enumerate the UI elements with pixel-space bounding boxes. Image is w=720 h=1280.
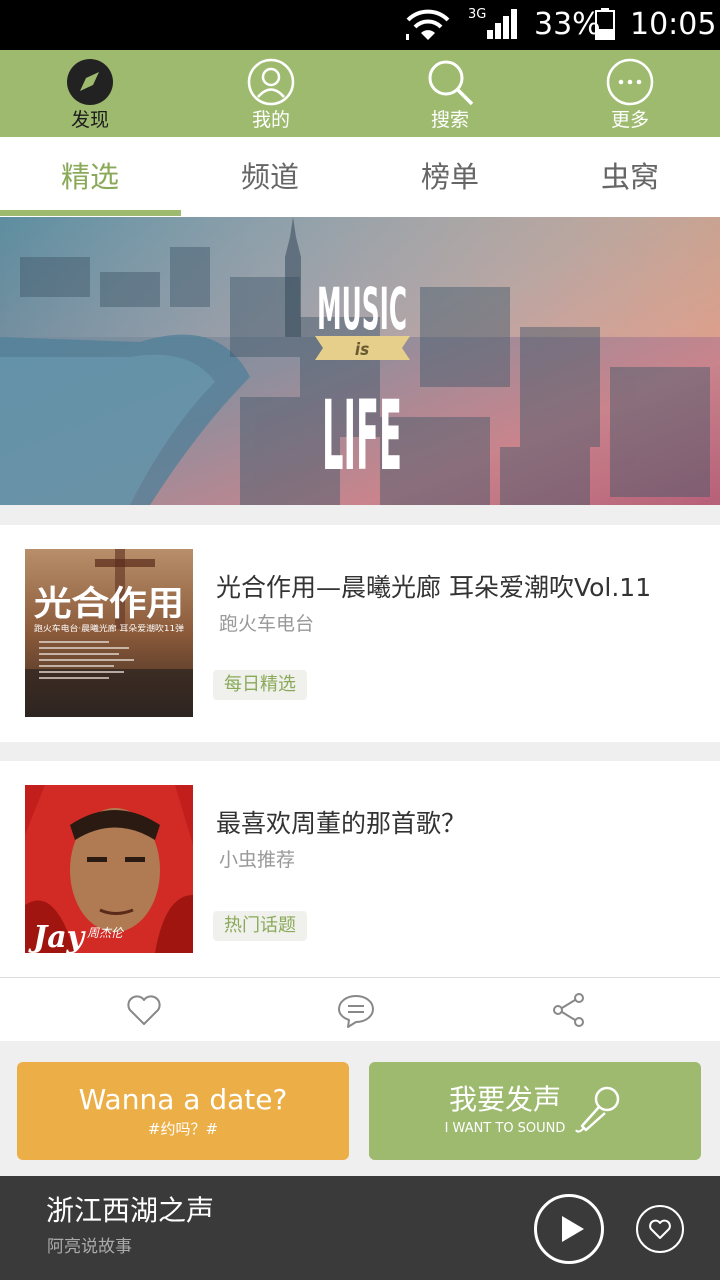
cover-subtitle: 周杰伦 <box>87 926 125 940</box>
tab-channels[interactable]: 频道 <box>180 137 360 217</box>
user-icon <box>247 58 295 106</box>
feed-card[interactable]: 光合作用 跑火车电台·晨曦光廊 耳朵爱潮吹11弹 光合作用—晨曦光廊 耳朵爱潮吹… <box>0 525 720 742</box>
nav-label: 更多 <box>610 109 649 131</box>
card-tag[interactable]: 每日精选 <box>213 670 307 700</box>
nav-label: 我的 <box>251 109 290 131</box>
nav-more[interactable]: 更多 <box>570 50 690 137</box>
cover-title: Jay <box>28 920 87 953</box>
date-button[interactable]: Wanna a date? #约吗？# <box>17 1062 349 1160</box>
nav-search[interactable]: 搜索 <box>390 50 510 137</box>
clock: 10:05 <box>630 7 717 42</box>
cover-subtitle: 跑火车电台·晨曦光廊 耳朵爱潮吹11弹 <box>34 623 184 633</box>
play-button[interactable] <box>534 1194 604 1264</box>
station-title: 浙江西湖之声 <box>46 1194 215 1227</box>
heart-icon[interactable] <box>124 990 164 1030</box>
banner-word-music: MUSIC <box>317 275 407 343</box>
nav-mine[interactable]: 我的 <box>211 50 331 137</box>
battery-icon <box>595 8 615 40</box>
banner-word-life: LIFE <box>322 380 402 492</box>
top-nav: 发现 我的 搜索 更多 <box>0 50 720 137</box>
heart-icon <box>649 1219 671 1239</box>
card-title: 光合作用—晨曦光廊 耳朵爱潮吹Vol.11 <box>216 573 652 602</box>
tab-featured[interactable]: 精选 <box>0 137 180 217</box>
tab-indicator <box>0 210 181 216</box>
hero-banner[interactable]: MUSIC is LIFE <box>0 217 720 505</box>
now-playing-bar[interactable]: 浙江西湖之声 阿亮说故事 <box>0 1176 720 1280</box>
play-icon <box>562 1216 584 1242</box>
banner-image: MUSIC is LIFE <box>0 217 720 505</box>
search-icon <box>428 60 474 106</box>
share-icon[interactable] <box>549 990 589 1030</box>
voice-button[interactable]: 我要发声 I WANT TO SOUND <box>369 1062 701 1160</box>
comment-icon[interactable] <box>336 990 376 1030</box>
wifi-icon <box>406 9 450 40</box>
battery-percent: 33% <box>534 7 601 42</box>
date-button-sub: #约吗？# <box>147 1120 219 1138</box>
cover-title: 光合作用 <box>34 584 184 624</box>
banner-word-is: is <box>355 340 369 360</box>
signal-icon <box>487 9 517 39</box>
tab-charts[interactable]: 榜单 <box>360 137 540 217</box>
feed-card[interactable]: Jay 周杰伦 最喜欢周董的那首歌？ 小虫推荐 热门话题 <box>0 761 720 977</box>
date-button-label: Wanna a date? <box>78 1083 288 1116</box>
network-label: 3G <box>468 7 487 22</box>
more-icon <box>606 58 654 106</box>
nav-label: 发现 <box>70 109 109 131</box>
album-cover: 光合作用 跑火车电台·晨曦光廊 耳朵爱潮吹11弹 <box>25 549 193 717</box>
card-source[interactable]: 小虫推荐 <box>219 848 295 872</box>
tab-community[interactable]: 虫窝 <box>540 137 720 217</box>
card-source[interactable]: 跑火车电台 <box>219 612 314 636</box>
card-title: 最喜欢周董的那首歌？ <box>216 809 467 838</box>
microphone-icon <box>575 1086 620 1133</box>
nav-label: 搜索 <box>430 109 469 131</box>
program-subtitle: 阿亮说故事 <box>47 1237 132 1257</box>
album-cover: Jay 周杰伦 <box>25 785 193 953</box>
compass-icon <box>67 59 113 105</box>
status-bar: 3G 33% 10:05 <box>0 0 720 50</box>
tab-bar: 精选 频道 榜单 虫窝 <box>0 137 720 217</box>
favorite-button[interactable] <box>636 1205 684 1253</box>
nav-discover[interactable]: 发现 <box>30 50 150 137</box>
card-actions <box>0 977 720 1041</box>
card-tag[interactable]: 热门话题 <box>213 911 307 941</box>
